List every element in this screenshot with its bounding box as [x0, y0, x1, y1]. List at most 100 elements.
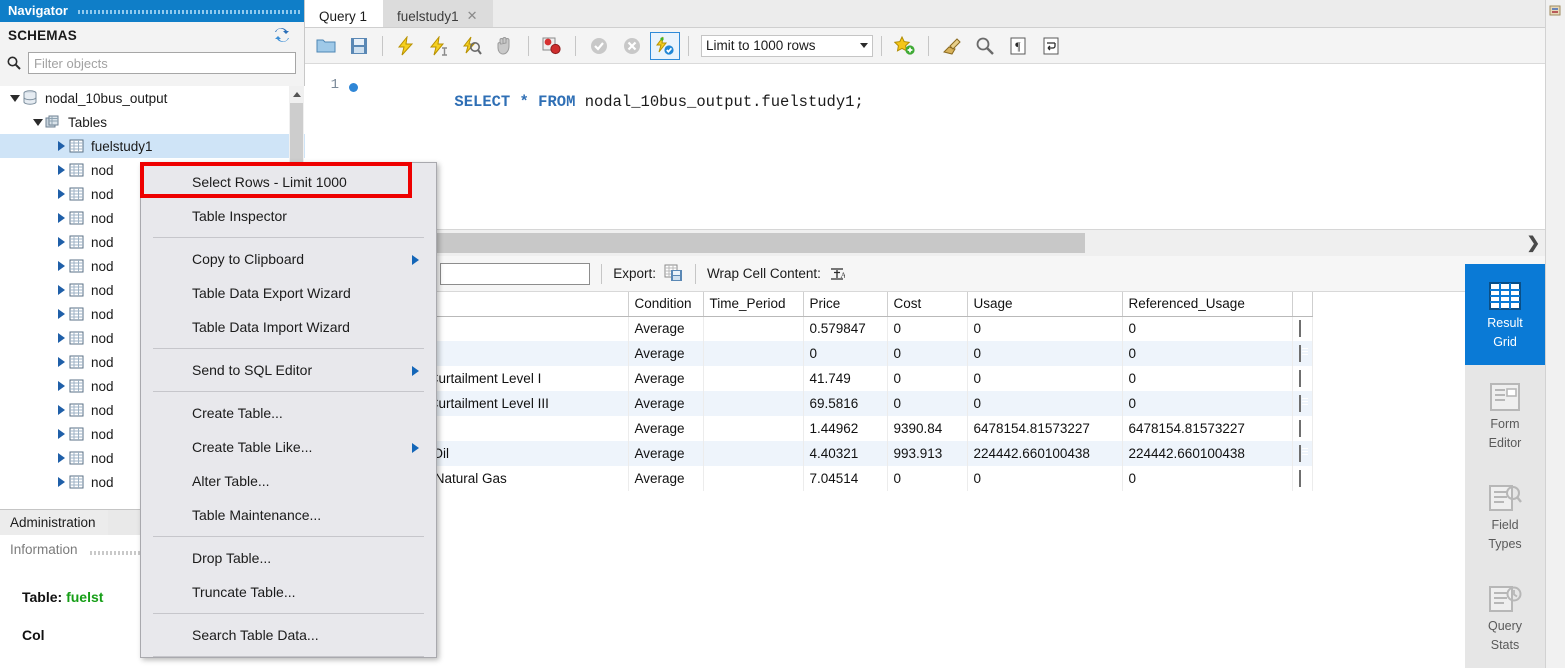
- column-header-referenced_usage[interactable]: Referenced_Usage: [1122, 292, 1293, 317]
- menu-item-table-inspector[interactable]: Table Inspector: [141, 199, 436, 233]
- menu-item-alter-table[interactable]: Alter Table...: [141, 464, 436, 498]
- rollback-icon[interactable]: [617, 32, 647, 60]
- blob-icon[interactable]: [1292, 441, 1313, 466]
- cell-usage[interactable]: 0: [967, 366, 1123, 391]
- cell-referenced_usage[interactable]: 0: [1122, 366, 1293, 391]
- column-header-time_period[interactable]: Time_Period: [703, 292, 804, 317]
- expand-arrow-right-icon[interactable]: [54, 261, 68, 271]
- expand-arrow-right-icon[interactable]: [54, 165, 68, 175]
- cell-cost[interactable]: 0: [887, 341, 968, 366]
- tree-item-nodal-10bus-output[interactable]: nodal_10bus_output: [0, 86, 305, 110]
- save-file-icon[interactable]: [344, 32, 374, 60]
- cell-cost[interactable]: 0: [887, 316, 968, 341]
- blob-icon[interactable]: [1292, 466, 1313, 491]
- menu-item-drop-table[interactable]: Drop Table...: [141, 541, 436, 575]
- filter-objects-input[interactable]: [28, 52, 296, 74]
- chevron-right-icon[interactable]: ❯: [1527, 233, 1540, 253]
- expand-arrow-right-icon[interactable]: [54, 213, 68, 223]
- cell-cost[interactable]: 0: [887, 366, 968, 391]
- cell-cost[interactable]: 0: [887, 391, 968, 416]
- cell-referenced_usage[interactable]: 0: [1122, 316, 1293, 341]
- tree-item-tables[interactable]: Tables: [0, 110, 305, 134]
- table-row[interactable]: Customer Curtailment Level I Average 41.74…: [305, 366, 1313, 391]
- menu-item-send-to-sql-editor[interactable]: Send to SQL Editor: [141, 353, 436, 387]
- auto-commit-icon[interactable]: [650, 31, 680, 60]
- blob-icon[interactable]: [1292, 416, 1313, 441]
- toggle-breakpoint-icon[interactable]: [537, 32, 567, 60]
- menu-item-truncate-table[interactable]: Truncate Table...: [141, 575, 436, 609]
- cell-time_period[interactable]: [703, 441, 804, 466]
- expand-arrow-right-icon[interactable]: [54, 477, 68, 487]
- menu-item-table-maintenance[interactable]: Table Maintenance...: [141, 498, 436, 532]
- cell-price[interactable]: 69.5816: [803, 391, 888, 416]
- expand-arrow-right-icon[interactable]: [54, 237, 68, 247]
- commit-icon[interactable]: [584, 32, 614, 60]
- sql-editor[interactable]: 1 SELECT * FROM nodal_10bus_output.fuels…: [305, 65, 1545, 230]
- beautify-icon[interactable]: [937, 32, 967, 60]
- table-context-menu[interactable]: Select Rows - Limit 1000 Table Inspector C…: [140, 162, 437, 658]
- tab-administration[interactable]: Administration: [0, 510, 108, 536]
- column-header-blob[interactable]: [1292, 292, 1313, 317]
- menu-item-copy-to-clipboard[interactable]: Copy to Clipboard: [141, 242, 436, 276]
- cell-price[interactable]: 0: [803, 341, 888, 366]
- stop-icon[interactable]: [490, 32, 520, 60]
- menu-item-refresh-all[interactable]: Refresh All: [141, 661, 436, 668]
- expand-arrow-right-icon[interactable]: [54, 429, 68, 439]
- expand-arrow-right-icon[interactable]: [54, 381, 68, 391]
- cell-price[interactable]: 1.44962: [803, 416, 888, 441]
- cell-usage[interactable]: 0: [967, 391, 1123, 416]
- menu-item-create-table-like[interactable]: Create Table Like...: [141, 430, 436, 464]
- cell-condition[interactable]: Average: [628, 466, 704, 491]
- expand-arrow-down-icon[interactable]: [8, 94, 22, 102]
- cell-cost[interactable]: 9390.84: [887, 416, 968, 441]
- cell-referenced_usage[interactable]: 224442.660100438: [1122, 441, 1293, 466]
- cell-usage[interactable]: 6478154.81573227: [967, 416, 1123, 441]
- invisible-chars-icon[interactable]: ¶: [1003, 32, 1033, 60]
- table-row[interactable]: SolarAverage0.579847000: [305, 316, 1313, 341]
- editor-tab-1[interactable]: Query 1: [305, 0, 384, 27]
- column-header-price[interactable]: Price: [803, 292, 888, 317]
- menu-item-table-data-export-wizard[interactable]: Table Data Export Wizard: [141, 276, 436, 310]
- cell-price[interactable]: 7.04514: [803, 466, 888, 491]
- limit-rows-dropdown[interactable]: Limit to 1000 rows: [701, 34, 873, 57]
- cell-price[interactable]: 41.749: [803, 366, 888, 391]
- cell-condition[interactable]: Average: [628, 391, 704, 416]
- export-icon[interactable]: [664, 264, 684, 283]
- cell-time_period[interactable]: [703, 341, 804, 366]
- expand-arrow-right-icon[interactable]: [54, 333, 68, 343]
- table-row[interactable]: No. 2 Fuel OilAverage4.40321993.91322444…: [305, 441, 1313, 466]
- expand-arrow-right-icon[interactable]: [54, 309, 68, 319]
- menu-item-create-table[interactable]: Create Table...: [141, 396, 436, 430]
- cell-usage[interactable]: 224442.660100438: [967, 441, 1123, 466]
- sidebar-item-form-editor[interactable]: Form Editor: [1465, 365, 1545, 466]
- expand-arrow-right-icon[interactable]: [54, 357, 68, 367]
- cell-referenced_usage[interactable]: 0: [1122, 341, 1293, 366]
- chevron-down-icon[interactable]: [860, 43, 868, 48]
- table-row[interactable]: StorageAverage0000: [305, 341, 1313, 366]
- scroll-up-icon[interactable]: [289, 86, 304, 103]
- sidebar-item-field-types[interactable]: Field Types: [1465, 466, 1545, 567]
- table-row[interactable]: Customer Curtailment Level III Average 69.…: [305, 391, 1313, 416]
- column-header-cost[interactable]: Cost: [887, 292, 968, 317]
- execute-current-statement-icon[interactable]: [424, 32, 454, 60]
- new-snippet-icon[interactable]: [890, 32, 920, 60]
- cell-usage[interactable]: 0: [967, 316, 1123, 341]
- tree-item-fuelstudy1[interactable]: fuelstudy1: [0, 134, 305, 158]
- cell-price[interactable]: 0.579847: [803, 316, 888, 341]
- sidebar-item-query-stats[interactable]: Query Stats: [1465, 567, 1545, 668]
- open-file-icon[interactable]: [311, 32, 341, 60]
- cell-referenced_usage[interactable]: 0: [1122, 466, 1293, 491]
- table-row[interactable]: CoalAverage1.449629390.846478154.8157322…: [305, 416, 1313, 441]
- blob-icon[interactable]: [1292, 366, 1313, 391]
- cell-condition[interactable]: Average: [628, 416, 704, 441]
- menu-item-table-data-import-wizard[interactable]: Table Data Import Wizard: [141, 310, 436, 344]
- blob-icon[interactable]: [1292, 316, 1313, 341]
- cell-condition[interactable]: Average: [628, 316, 704, 341]
- column-header-usage[interactable]: Usage: [967, 292, 1123, 317]
- cell-time_period[interactable]: [703, 416, 804, 441]
- wrap-text-icon[interactable]: A: [829, 266, 846, 282]
- explain-query-icon[interactable]: [457, 32, 487, 60]
- cell-time_period[interactable]: [703, 316, 804, 341]
- cell-condition[interactable]: Average: [628, 366, 704, 391]
- blob-icon[interactable]: [1292, 391, 1313, 416]
